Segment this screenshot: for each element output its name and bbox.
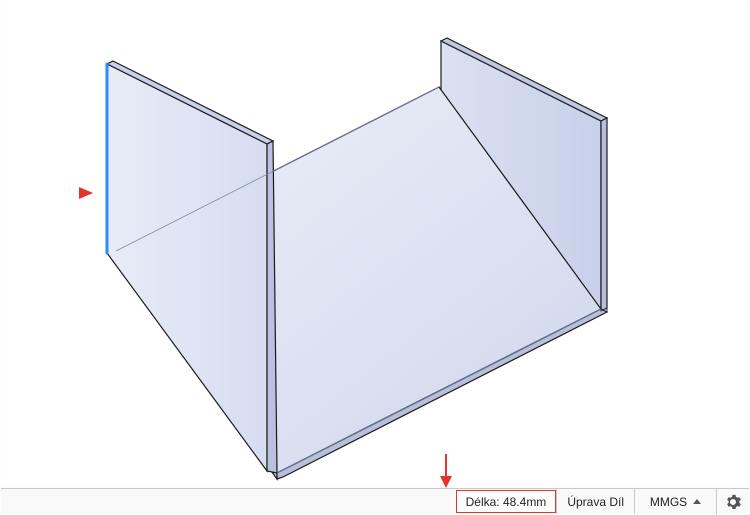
status-units[interactable]: MMGS: [634, 489, 716, 514]
callout-arrow-status-head: [440, 476, 452, 488]
status-length: Délka: 48.4mm: [456, 490, 557, 513]
left-flange-outer-face: [107, 64, 267, 471]
status-edit-mode[interactable]: Úprava Díl: [556, 489, 634, 514]
sheet-metal-part: [1, 1, 749, 485]
gear-icon: [725, 494, 741, 510]
model-viewport[interactable]: [1, 1, 749, 485]
status-units-label: MMGS: [650, 495, 687, 509]
chevron-up-icon: [693, 499, 701, 504]
right-flange-front-edge: [601, 118, 607, 311]
status-spacer: [1, 489, 456, 514]
callout-arrow-status-line: [445, 454, 447, 478]
callout-arrow-edge: [79, 187, 93, 199]
status-settings[interactable]: [716, 489, 749, 514]
status-bar: Délka: 48.4mm Úprava Díl MMGS: [1, 488, 749, 514]
